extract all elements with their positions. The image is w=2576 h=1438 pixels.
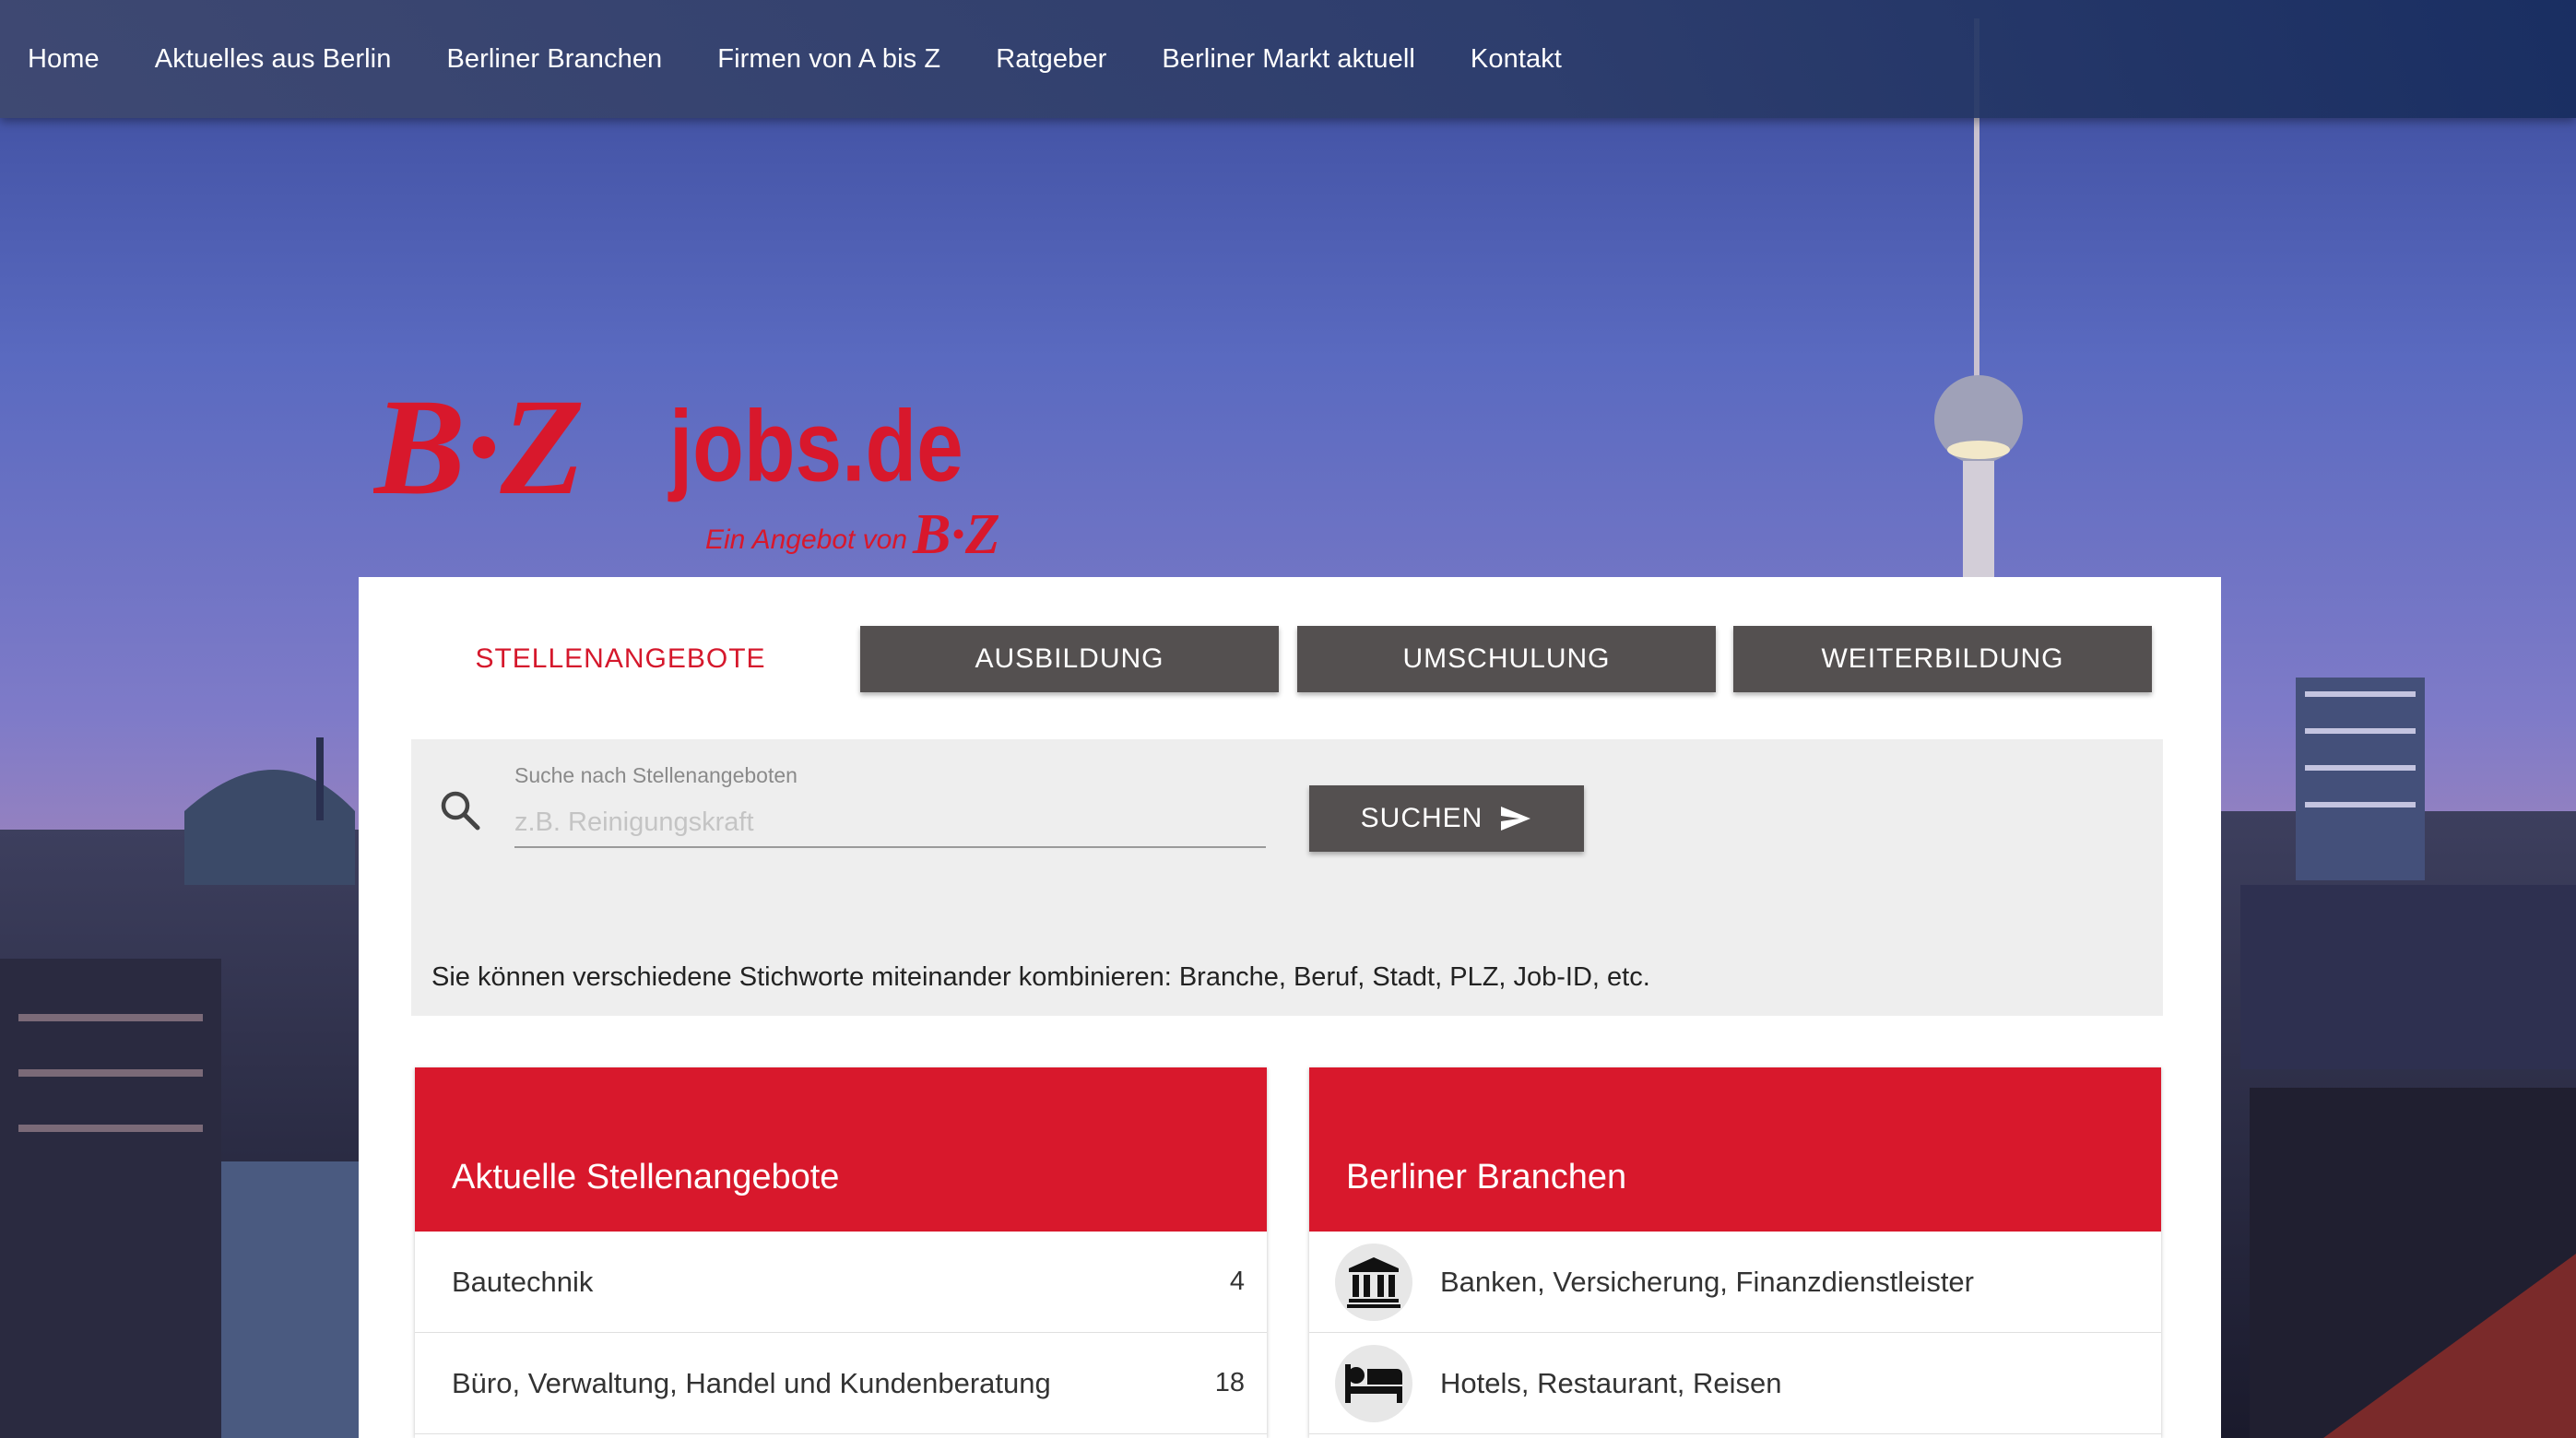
search-label: Suche nach Stellenangeboten: [514, 763, 798, 787]
search-button-label: SUCHEN: [1360, 803, 1483, 833]
nav-ratgeber[interactable]: Ratgeber: [996, 44, 1106, 75]
berlin-branches-panel: Berliner Branchen Banken, Versicherung, …: [1309, 1067, 2161, 1438]
branch-label: Banken, Versicherung, Finanzdienstleiste…: [1440, 1265, 1974, 1298]
bed-icon: [1335, 1344, 1412, 1422]
nav-kontakt[interactable]: Kontakt: [1471, 44, 1562, 75]
tab-stellenangebote[interactable]: STELLENANGEBOTE: [411, 626, 830, 692]
logo-brand: B·Z: [373, 371, 585, 524]
search-input[interactable]: [514, 798, 1266, 848]
branch-row[interactable]: Hotels, Restaurant, Reisen: [1309, 1333, 2161, 1434]
job-category-count: 4: [1229, 1267, 1245, 1296]
search-box: Suche nach Stellenangeboten SUCHEN Sie k…: [411, 739, 2163, 1016]
nav-home[interactable]: Home: [28, 44, 100, 75]
search-icon: [441, 791, 480, 831]
logo-tagline-brand: B·Z: [912, 503, 1000, 566]
top-navigation: Home Aktuelles aus Berlin Berliner Branc…: [0, 0, 2576, 118]
bz-jobs-logo[interactable]: B·Z jobs.de Ein Angebot von B·Z: [373, 364, 1037, 567]
search-tabs: STELLENANGEBOTE AUSBILDUNG UMSCHULUNG WE…: [411, 626, 2154, 692]
current-jobs-title: Aktuelle Stellenangebote: [415, 1067, 1267, 1232]
nav-aktuelles-aus-berlin[interactable]: Aktuelles aus Berlin: [155, 44, 392, 75]
nav-berliner-markt-aktuell[interactable]: Berliner Markt aktuell: [1162, 44, 1415, 75]
job-category-row[interactable]: Büro, Verwaltung, Handel und Kundenberat…: [415, 1333, 1267, 1434]
tab-umschulung[interactable]: UMSCHULUNG: [1297, 626, 1716, 692]
tab-ausbildung[interactable]: AUSBILDUNG: [860, 626, 1279, 692]
job-category-label: Bautechnik: [452, 1265, 594, 1298]
job-category-row[interactable]: Bautechnik 4: [415, 1232, 1267, 1333]
nav-berliner-branchen[interactable]: Berliner Branchen: [446, 44, 662, 75]
search-hint: Sie können verschiedene Stichworte mitei…: [431, 962, 1650, 992]
logo-tagline: Ein Angebot von: [705, 525, 907, 555]
berlin-branches-title: Berliner Branchen: [1309, 1067, 2161, 1232]
nav-firmen-a-bis-z[interactable]: Firmen von A bis Z: [717, 44, 940, 75]
logo-site: jobs.de: [668, 391, 963, 503]
job-category-count: 18: [1214, 1368, 1245, 1397]
send-icon: [1501, 807, 1531, 831]
bank-icon: [1335, 1243, 1412, 1321]
branch-label: Hotels, Restaurant, Reisen: [1440, 1366, 1782, 1399]
job-search-card: STELLENANGEBOTE AUSBILDUNG UMSCHULUNG WE…: [359, 577, 2221, 1438]
branch-row[interactable]: Banken, Versicherung, Finanzdienstleiste…: [1309, 1232, 2161, 1333]
tab-weiterbildung[interactable]: WEITERBILDUNG: [1733, 626, 2152, 692]
search-button[interactable]: SUCHEN: [1309, 785, 1584, 852]
job-category-label: Büro, Verwaltung, Handel und Kundenberat…: [452, 1366, 1051, 1399]
current-jobs-panel: Aktuelle Stellenangebote Bautechnik 4 Bü…: [415, 1067, 1267, 1438]
